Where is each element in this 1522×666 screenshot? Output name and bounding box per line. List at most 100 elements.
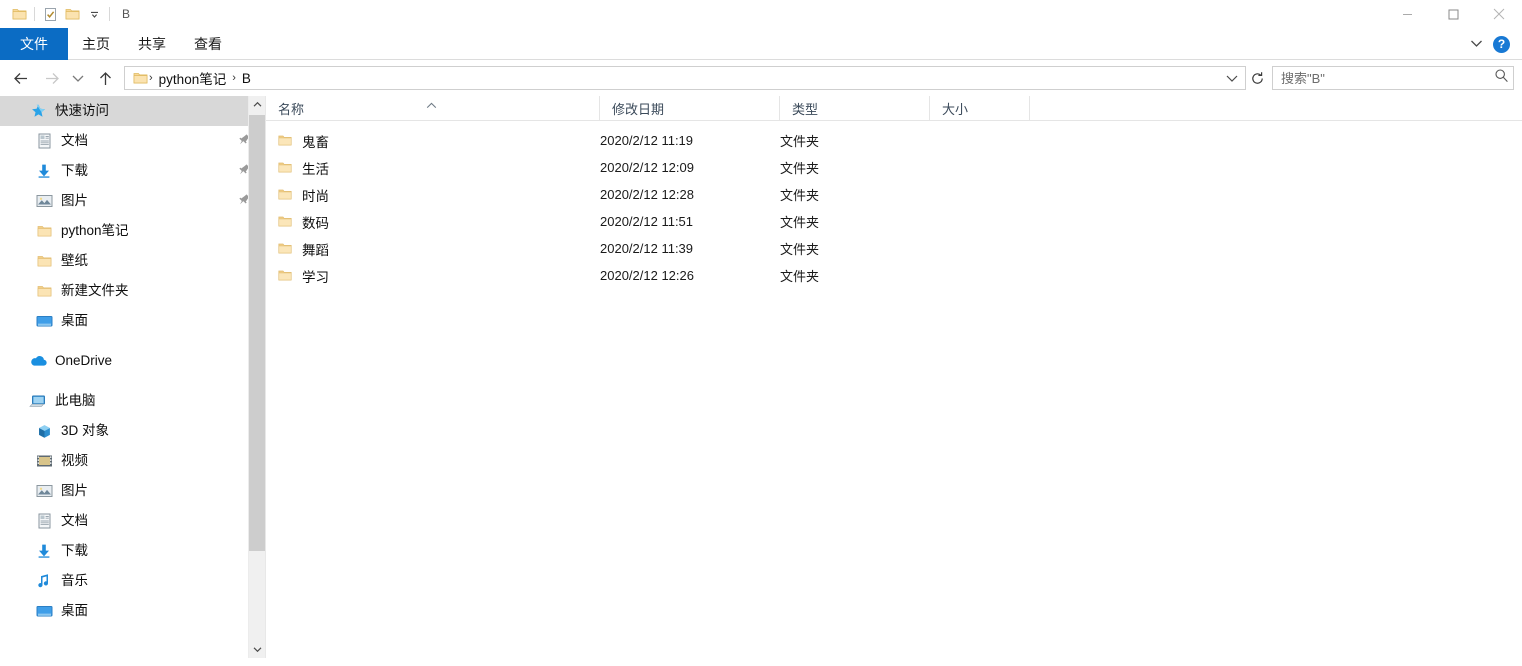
sidebar-item-documents-pc[interactable]: 文档 (0, 506, 265, 536)
sidebar-item-quick-access[interactable]: 快速访问 (0, 96, 265, 126)
refresh-button[interactable] (1246, 67, 1268, 89)
column-header-type[interactable]: 类型 (780, 96, 930, 121)
sidebar-item-3d-objects[interactable]: 3D 对象 (0, 416, 265, 446)
table-row[interactable]: 生活 2020/2/12 12:09 文件夹 (266, 154, 1522, 181)
scrollbar-thumb[interactable] (249, 115, 265, 551)
tab-share[interactable]: 共享 (124, 28, 180, 60)
address-bar-tools (1221, 67, 1243, 89)
file-type: 文件夹 (780, 161, 820, 176)
tab-file[interactable]: 文件 (0, 28, 68, 60)
scroll-up-arrow-icon[interactable] (249, 96, 265, 113)
search-input[interactable] (1281, 70, 1494, 86)
file-list-pane: 名称 修改日期 类型 大小 鬼畜 2020/2/12 11:19 文件夹 生活 … (265, 96, 1522, 658)
breadcrumb-item-b[interactable]: B (237, 71, 256, 86)
file-name-cell[interactable]: 数码 (266, 212, 600, 232)
file-type: 文件夹 (780, 269, 820, 284)
folder-icon (278, 269, 292, 282)
sidebar-item-this-pc[interactable]: 此电脑 (0, 386, 265, 416)
table-row[interactable]: 时尚 2020/2/12 12:28 文件夹 (266, 181, 1522, 208)
folder-icon (278, 215, 292, 228)
address-dropdown-chevron-down-icon[interactable] (1221, 67, 1243, 89)
title-bar: B (0, 0, 1522, 28)
table-row[interactable]: 舞蹈 2020/2/12 11:39 文件夹 (266, 235, 1522, 262)
desktop-icon (34, 601, 54, 621)
folder-system-menu-icon[interactable] (8, 3, 30, 25)
file-name-cell[interactable]: 舞蹈 (266, 239, 600, 259)
window-controls (1384, 0, 1522, 28)
back-button[interactable] (6, 63, 36, 93)
scroll-down-arrow-icon[interactable] (249, 641, 265, 658)
file-name: 数码 (302, 215, 329, 231)
table-row[interactable]: 学习 2020/2/12 12:26 文件夹 (266, 262, 1522, 289)
sidebar-item-label: 新建文件夹 (61, 283, 129, 299)
file-name-cell[interactable]: 学习 (266, 266, 600, 286)
column-header-size[interactable]: 大小 (930, 96, 1030, 121)
file-name-cell[interactable]: 时尚 (266, 185, 600, 205)
file-date: 2020/2/12 12:26 (600, 268, 694, 283)
sidebar-item-pictures[interactable]: 图片 (0, 186, 265, 216)
sidebar-item-label: 图片 (61, 483, 88, 499)
breadcrumb-folder-icon[interactable] (131, 71, 148, 85)
chevron-down-icon[interactable] (83, 3, 105, 25)
sidebar-item-onedrive[interactable]: OneDrive (0, 346, 265, 376)
search-icon[interactable] (1494, 68, 1509, 88)
new-folder-icon[interactable] (61, 3, 83, 25)
table-row[interactable]: 鬼畜 2020/2/12 11:19 文件夹 (266, 127, 1522, 154)
sidebar-item-music[interactable]: 音乐 (0, 566, 265, 596)
folder-icon (34, 221, 54, 241)
sidebar-item-downloads[interactable]: 下载 (0, 156, 265, 186)
forward-button[interactable] (36, 63, 66, 93)
sidebar-item-pictures-pc[interactable]: 图片 (0, 476, 265, 506)
maximize-button[interactable] (1430, 0, 1476, 28)
sidebar-item-label: 文档 (61, 513, 88, 529)
sidebar-item-label: 文档 (61, 133, 88, 149)
sidebar-item-desktop[interactable]: 桌面 (0, 306, 265, 336)
tab-home[interactable]: 主页 (68, 28, 124, 60)
sidebar-item-wallpaper[interactable]: 壁纸 (0, 246, 265, 276)
sidebar-group-gap-2 (0, 376, 265, 386)
breadcrumb: › python笔记 › B (131, 68, 1221, 88)
minimize-button[interactable] (1384, 0, 1430, 28)
sidebar-item-python-notes[interactable]: python笔记 (0, 216, 265, 246)
file-date: 2020/2/12 11:51 (600, 214, 694, 229)
address-toolbar: › python笔记 › B (0, 60, 1522, 96)
tab-view[interactable]: 查看 (180, 28, 236, 60)
3d-objects-icon (34, 421, 54, 441)
sidebar-item-label: 音乐 (61, 573, 88, 589)
address-bar[interactable]: › python笔记 › B (124, 66, 1246, 90)
this-pc-icon (28, 391, 48, 411)
folder-icon (278, 242, 292, 255)
file-type: 文件夹 (780, 134, 820, 149)
column-header-label: 名称 (278, 102, 305, 117)
properties-icon[interactable] (39, 3, 61, 25)
file-name-cell[interactable]: 鬼畜 (266, 131, 600, 151)
sidebar-item-documents[interactable]: 文档 (0, 126, 265, 156)
column-header-label: 大小 (942, 102, 969, 117)
documents-icon (34, 511, 54, 531)
expand-ribbon-chevron-down-icon[interactable] (1470, 35, 1483, 53)
sort-ascending-caret-icon (426, 97, 437, 112)
sidebar-item-new-folder[interactable]: 新建文件夹 (0, 276, 265, 306)
file-name: 舞蹈 (302, 242, 329, 258)
recent-locations-chevron-down-icon[interactable] (66, 63, 90, 93)
sidebar-scrollbar[interactable] (248, 96, 265, 658)
file-type: 文件夹 (780, 188, 820, 203)
up-button[interactable] (90, 63, 120, 93)
file-date: 2020/2/12 11:19 (600, 133, 694, 148)
column-header-date-modified[interactable]: 修改日期 (600, 96, 780, 121)
table-row[interactable]: 数码 2020/2/12 11:51 文件夹 (266, 208, 1522, 235)
sidebar-item-videos[interactable]: 视频 (0, 446, 265, 476)
help-icon[interactable]: ? (1493, 35, 1510, 53)
sidebar-item-label: 此电脑 (55, 393, 96, 409)
breadcrumb-item-python-notes[interactable]: python笔记 (154, 68, 232, 88)
videos-icon (34, 451, 54, 471)
pictures-icon (34, 481, 54, 501)
sidebar-item-downloads-pc[interactable]: 下载 (0, 536, 265, 566)
close-button[interactable] (1476, 0, 1522, 28)
file-name-cell[interactable]: 生活 (266, 158, 600, 178)
column-header-label: 类型 (792, 102, 819, 117)
sidebar-item-desktop-pc[interactable]: 桌面 (0, 596, 265, 626)
sidebar-item-label: 桌面 (61, 603, 88, 619)
search-box[interactable] (1272, 66, 1514, 90)
column-header-name[interactable]: 名称 (266, 96, 600, 121)
